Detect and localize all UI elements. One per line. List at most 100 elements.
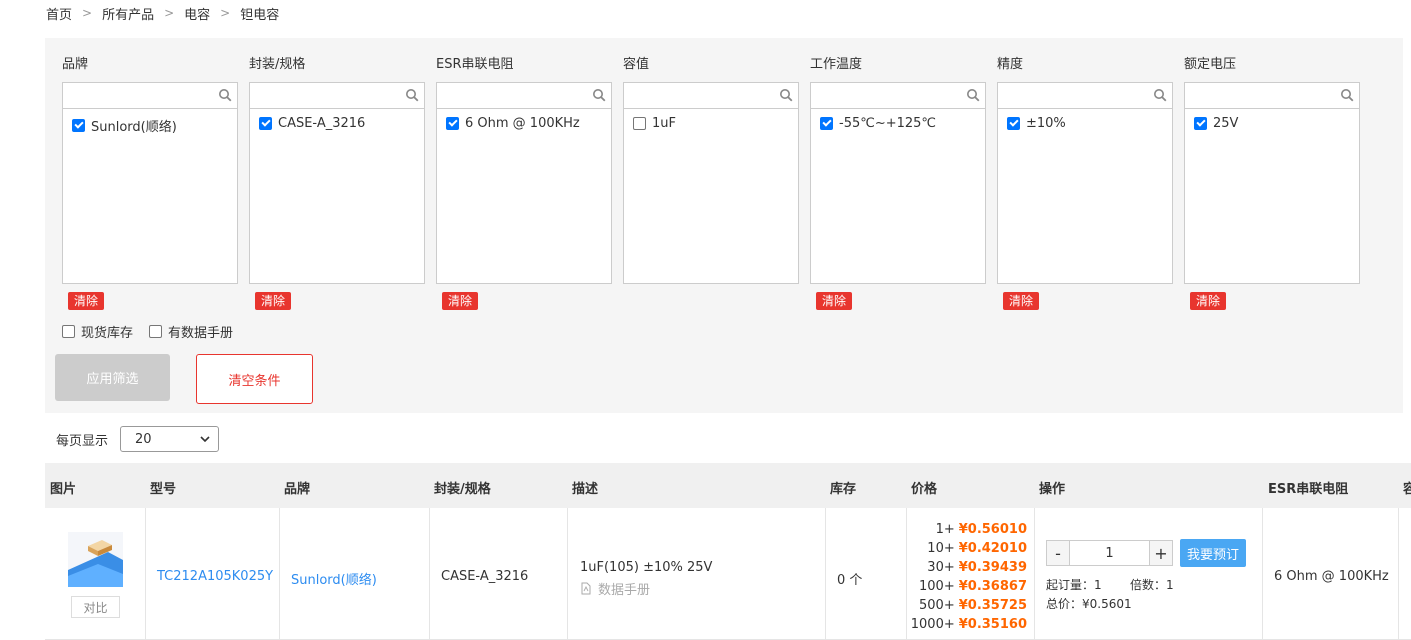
price-tier: 1+ ¥0.56010 (935, 522, 1027, 537)
price-tier: 500+ ¥0.35725 (919, 598, 1027, 613)
filter-search-input[interactable] (628, 83, 778, 107)
filter-search (811, 83, 985, 109)
filter-search-input[interactable] (1002, 83, 1152, 107)
search-icon[interactable] (405, 88, 419, 102)
price-tier: 1000+ ¥0.35160 (910, 617, 1027, 632)
checkbox[interactable] (149, 325, 163, 338)
search-icon[interactable] (1153, 88, 1167, 102)
filter-list: 1uF (623, 82, 799, 284)
filter-search-input[interactable] (1189, 83, 1339, 107)
order-multiple: 倍数：1 (1130, 578, 1174, 592)
filter-search (998, 83, 1172, 109)
brand-link[interactable]: Sunlord(顺络) (291, 569, 377, 588)
pdf-icon (581, 582, 591, 595)
checkbox[interactable] (72, 119, 85, 132)
breadcrumb-capacitor[interactable]: 电容 (184, 4, 210, 23)
filter-list: 25V (1184, 82, 1360, 284)
filter-search-input[interactable] (441, 83, 591, 107)
filter-brand: 品牌 Sunlord(顺络) 清除 (62, 56, 238, 310)
checkbox[interactable] (820, 117, 833, 130)
breadcrumb-home[interactable]: 首页 (46, 4, 72, 23)
checkbox[interactable] (62, 325, 75, 338)
price-tier: 10+ ¥0.42010 (927, 541, 1027, 556)
th-image: 图片 (50, 482, 77, 497)
per-page-select[interactable]: 20 (120, 426, 220, 452)
search-icon[interactable] (218, 88, 232, 102)
price-tier: 30+ ¥0.39439 (927, 560, 1027, 575)
search-icon[interactable] (966, 88, 980, 102)
chevron-right-icon: > (220, 6, 231, 20)
breadcrumb-all-products[interactable]: 所有产品 (102, 4, 154, 23)
compare-button[interactable]: 对比 (71, 596, 120, 618)
th-capacitance: 容 (1403, 482, 1411, 497)
filter-tolerance: 精度 ±10% 清除 (997, 56, 1173, 310)
filter-voltage: 额定电压 25V 清除 (1184, 56, 1360, 310)
filter-option[interactable]: -55℃~+125℃ (820, 116, 985, 131)
filter-option[interactable]: CASE-A_3216 (259, 116, 424, 131)
has-datasheet-option[interactable]: 有数据手册 (149, 322, 233, 341)
filter-title: 精度 (997, 57, 1024, 72)
filter-title: 容值 (623, 57, 650, 72)
package-value: CASE-A_3216 (441, 569, 529, 584)
filter-esr: ESR串联电阻 6 Ohm @ 100KHz 清除 (436, 56, 612, 310)
datasheet-link[interactable]: 数据手册 (580, 579, 650, 598)
filter-temperature: 工作温度 -55℃~+125℃ 清除 (810, 56, 986, 310)
clear-button[interactable]: 清除 (1003, 292, 1040, 310)
qty-minus-button[interactable]: - (1047, 541, 1069, 565)
clear-button[interactable]: 清除 (68, 292, 105, 310)
th-model: 型号 (150, 482, 177, 497)
apply-filter-button[interactable]: 应用筛选 (55, 354, 170, 401)
clear-button[interactable]: 清除 (1190, 292, 1227, 310)
checkbox[interactable] (633, 117, 646, 130)
product-table: 图片 型号 品牌 封装/规格 描述 库存 价格 操作 ESR串联电阻 容 对比 … (45, 463, 1411, 640)
clear-conditions-button[interactable]: 清空条件 (196, 354, 313, 404)
filter-search-input[interactable] (815, 83, 965, 107)
filter-search (250, 83, 424, 109)
model-link[interactable]: TC212A105K025Y (157, 569, 273, 584)
filter-search (1185, 83, 1359, 109)
filter-search-input[interactable] (67, 83, 217, 107)
filter-search-input[interactable] (254, 83, 404, 107)
extra-options: 现货库存 有数据手册 (62, 322, 233, 341)
checkbox[interactable] (1194, 117, 1207, 130)
clear-button[interactable]: 清除 (442, 292, 479, 310)
qty-input[interactable]: 1 (1069, 541, 1150, 565)
per-page-label: 每页显示 (56, 433, 109, 449)
th-action: 操作 (1039, 482, 1066, 497)
th-price: 价格 (911, 482, 938, 497)
price-tiers: 1+ ¥0.56010 10+ ¥0.42010 30+ ¥0.39439 100+ ¥… (907, 520, 1027, 634)
table-header: 图片 型号 品牌 封装/规格 描述 库存 价格 操作 ESR串联电阻 容 (45, 463, 1411, 508)
search-icon[interactable] (592, 88, 606, 102)
filter-option[interactable]: 25V (1194, 116, 1359, 131)
checkbox[interactable] (1007, 117, 1020, 130)
table-row: 对比 TC212A105K025Y Sunlord(顺络) CASE-A_321… (45, 508, 1411, 640)
filter-list: 6 Ohm @ 100KHz (436, 82, 612, 284)
th-desc: 描述 (572, 482, 599, 497)
price-tier: 100+ ¥0.36867 (919, 579, 1027, 594)
clear-button[interactable]: 清除 (255, 292, 292, 310)
order-button[interactable]: 我要预订 (1180, 539, 1246, 567)
qty-plus-button[interactable]: + (1150, 541, 1172, 565)
description: 1uF(105) ±10% 25V (580, 560, 713, 575)
search-icon[interactable] (1340, 88, 1354, 102)
chevron-right-icon: > (164, 6, 175, 20)
filter-option[interactable]: ±10% (1007, 116, 1172, 131)
filter-option[interactable]: 6 Ohm @ 100KHz (446, 116, 611, 131)
filter-list: CASE-A_3216 (249, 82, 425, 284)
search-icon[interactable] (779, 88, 793, 102)
chevron-down-icon (200, 436, 210, 442)
checkbox[interactable] (446, 117, 459, 130)
filter-option[interactable]: 1uF (633, 116, 798, 131)
filter-list: ±10% (997, 82, 1173, 284)
filter-search (63, 83, 237, 109)
checkbox[interactable] (259, 117, 272, 130)
in-stock-option[interactable]: 现货库存 (62, 322, 133, 341)
product-image[interactable] (68, 532, 123, 587)
filter-list: Sunlord(顺络) (62, 82, 238, 284)
clear-button[interactable]: 清除 (816, 292, 853, 310)
th-package: 封装/规格 (434, 482, 491, 497)
filter-list: -55℃~+125℃ (810, 82, 986, 284)
filter-option[interactable]: Sunlord(顺络) (72, 116, 237, 135)
total-price: 总价：¥0.5601 (1046, 597, 1132, 611)
esr-value: 6 Ohm @ 100KHz (1274, 569, 1389, 584)
